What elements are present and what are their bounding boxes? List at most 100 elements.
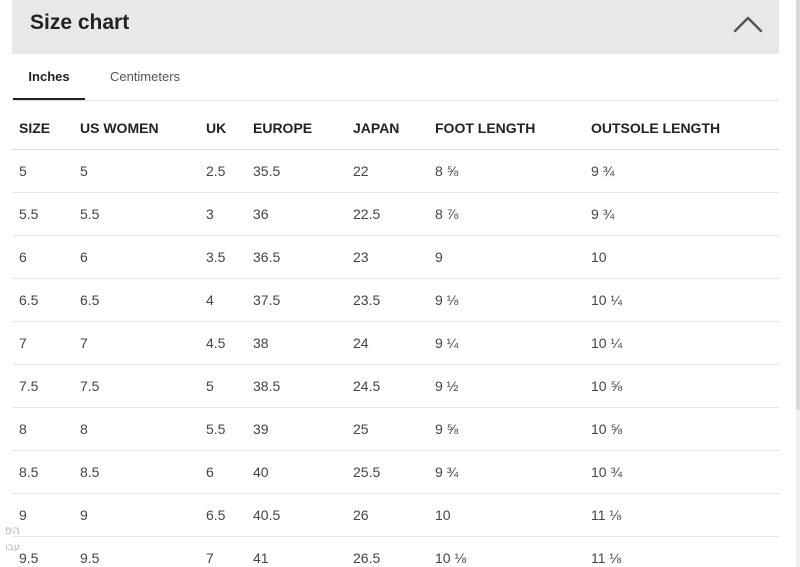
table-cell: 8 [73,407,199,451]
table-cell: 5.5 [73,192,199,236]
table-cell: 10 [584,235,779,279]
table-cell: 3.5 [199,235,246,279]
table-cell: 10 [428,493,584,537]
unit-tabs: Inches Centimeters [12,54,779,101]
table-cell: 24 [346,321,428,365]
page-scrollbar[interactable] [796,0,800,567]
column-header: EUROPE [246,106,346,150]
table-cell: 11 ⅛ [584,493,779,537]
table-cell: 4 [199,278,246,322]
column-header: OUTSOLE LENGTH [584,106,779,150]
table-cell: 37.5 [246,278,346,322]
table-cell: 41 [246,536,346,567]
table-cell: 38.5 [246,364,346,408]
column-header: UK [199,106,246,150]
table-cell: 8 ⅝ [428,149,584,193]
table-cell: 9 ¼ [428,321,584,365]
table-cell: 35.5 [246,149,346,193]
table-row: 6.5 6.5 4 37.5 23.5 9 ⅛ 10 ¼ [12,278,779,322]
table-cell: 38 [246,321,346,365]
size-chart-title: Size chart [30,11,130,34]
table-body: 5 5 2.5 35.5 22 8 ⅝9 ¾ 5.5 5.5 3 36 22.5 8 ⅞9 ¾ 6 6 3.… [12,149,779,567]
table-cell: 6.5 [199,493,246,537]
table-cell: 9 [12,493,73,537]
side-snippet: הפ עבו [0,522,20,556]
table-row: 9 9 6.5 40.5 26 10 11 ⅛ [12,493,779,537]
table-cell: 4.5 [199,321,246,365]
table-cell: 10 ⅝ [584,364,779,408]
table-cell: 9 [428,235,584,279]
table-cell: 39 [246,407,346,451]
table-cell: 25.5 [346,450,428,494]
table-cell: 6 [12,235,73,279]
table-cell: 7.5 [12,364,73,408]
table-cell: 9.5 [12,536,73,567]
table-cell: 10 ¾ [584,450,779,494]
table-cell: 26 [346,493,428,537]
table-cell: 23.5 [346,278,428,322]
table-header-row: SIZE US WOMEN UK EUROPE JAPAN FOOT LENGTH OUTS… [12,106,779,150]
size-chart-page: Size chart Inches Centimeters SIZE US WOM… [0,0,800,567]
table-row: 7.5 7.5 5 38.5 24.5 9 ½ 10 ⅝ [12,364,779,408]
table-cell: 6 [73,235,199,279]
table-row: 8 8 5.5 39 25 9 ⅝ 10 ⅝ [12,407,779,451]
table-cell: 8.5 [73,450,199,494]
column-header: FOOT LENGTH [428,106,584,150]
table-cell: 9 ⅛ [428,278,584,322]
table-cell: 3 [199,192,246,236]
column-header: US WOMEN [73,106,199,150]
table-row: 6 6 3.5 36.5 23 9 10 [12,235,779,279]
table-cell: 7 [199,536,246,567]
size-table: SIZE US WOMEN UK EUROPE JAPAN FOOT LENGTH OUTS… [12,106,779,567]
table-row: 8.5 8.5 6 40 25.5 9 ¾ 10 ¾ [12,450,779,494]
table-cell: 8.5 [12,450,73,494]
table-cell: 7.5 [73,364,199,408]
collapse-button[interactable] [731,10,765,40]
table-cell: 10 ¼ [584,321,779,365]
table-cell: 26.5 [346,536,428,567]
size-chart-header[interactable]: Size chart [12,0,779,54]
table-cell: 2.5 [199,149,246,193]
chevron-up-icon [733,16,763,33]
table-cell: 40 [246,450,346,494]
table-cell: 6 [199,450,246,494]
table-cell: 22.5 [346,192,428,236]
table-cell: 9 ¾ [428,450,584,494]
table-cell: 10 ⅝ [584,407,779,451]
table-cell: 8 [12,407,73,451]
table-cell: 40.5 [246,493,346,537]
column-header: SIZE [12,106,73,150]
table-cell: 5.5 [199,407,246,451]
table-cell: 9 ½ [428,364,584,408]
table-row: 7 7 4.5 38 24 9 ¼ 10 ¼ [12,321,779,365]
table-cell: 5 [12,149,73,193]
table-cell: 9 ⅝ [428,407,584,451]
table-cell: 11 ⅛ [584,536,779,567]
table-cell: 10 ¼ [584,278,779,322]
table-cell: 7 [73,321,199,365]
column-header: JAPAN [346,106,428,150]
scrollbar-thumb[interactable] [796,0,800,410]
table-cell: 9.5 [73,536,199,567]
table-cell: 5 [199,364,246,408]
table-cell: 5 [73,149,199,193]
side-snippet-line1: הפ [4,523,20,537]
table-cell: 7 [12,321,73,365]
side-snippet-line2: עבו [5,542,20,553]
table-cell: 24.5 [346,364,428,408]
table-cell: 8 ⅞ [428,192,584,236]
tab-centimeters[interactable]: Centimeters [92,54,198,99]
table-cell: 6.5 [73,278,199,322]
table-cell: 6.5 [12,278,73,322]
table-cell: 36.5 [246,235,346,279]
table-cell: 9 [73,493,199,537]
table-row: 9.5 9.5 7 41 26.5 10 ⅛ 11 ⅛ [12,536,779,567]
table-cell: 25 [346,407,428,451]
table-row: 5.5 5.5 3 36 22.5 8 ⅞9 ¾ [12,192,779,236]
table-cell: 9 ¾ [584,192,779,236]
table-cell: 5.5 [12,192,73,236]
table-cell: 22 [346,149,428,193]
table-cell: 10 ⅛ [428,536,584,567]
table-row: 5 5 2.5 35.5 22 8 ⅝9 ¾ [12,149,779,193]
tab-inches[interactable]: Inches [13,54,85,100]
